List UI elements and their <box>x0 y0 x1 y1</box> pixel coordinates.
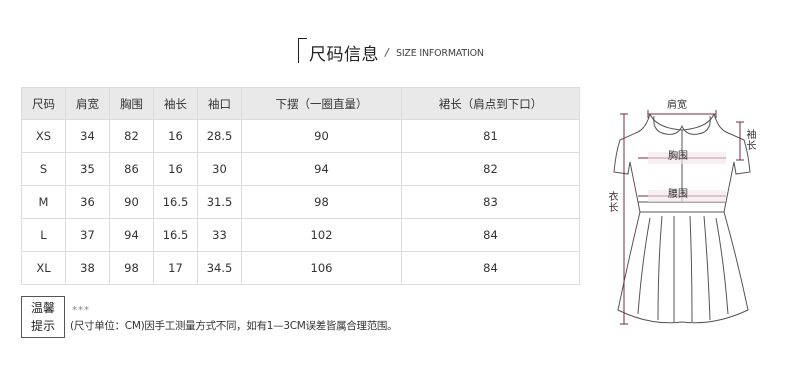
cell-size: XL <box>21 251 66 285</box>
cell-shoulder: 37 <box>65 218 110 252</box>
cell-cuff: 31.5 <box>197 185 242 219</box>
title-separator: / <box>385 46 389 59</box>
header-shoulder: 肩宽 <box>65 87 110 120</box>
cell-dress-length: 84 <box>401 218 580 252</box>
cell-hem: 98 <box>241 185 402 219</box>
table-header-row: 尺码 肩宽 胸围 袖长 袖口 下摆（一圈直量） 裙长（肩点到下口） <box>21 87 580 120</box>
dress-sketch-icon <box>613 110 751 325</box>
cell-sleeve-length: 17 <box>153 251 198 285</box>
diagram-chest-label: 胸围 <box>668 151 688 162</box>
cell-size: L <box>21 218 66 252</box>
cell-cuff: 30 <box>197 152 242 186</box>
cell-dress-length: 84 <box>401 251 580 285</box>
cell-dress-length: 82 <box>401 152 580 186</box>
diagram-shoulder-label: 肩宽 <box>667 100 687 111</box>
cell-chest: 82 <box>109 119 154 153</box>
diagram-length-label: 衣长 <box>608 192 619 214</box>
cell-sleeve-length: 16 <box>153 119 198 153</box>
cell-dress-length: 81 <box>401 119 580 153</box>
cell-sleeve-length: 16 <box>153 152 198 186</box>
cell-chest: 90 <box>109 185 154 219</box>
diagram-sleeve-label: 袖长 <box>746 130 757 152</box>
cell-chest: 98 <box>109 251 154 285</box>
cell-hem: 90 <box>241 119 402 153</box>
cell-shoulder: 35 <box>65 152 110 186</box>
tip-label-line2: 提示 <box>30 319 55 333</box>
table-row: XL 38 98 17 34.5 106 84 <box>21 251 580 285</box>
header-cuff: 袖口 <box>197 87 242 120</box>
header-size: 尺码 <box>21 87 66 120</box>
cell-size: M <box>21 185 66 219</box>
table-row: XS 34 82 16 28.5 90 81 <box>21 119 580 153</box>
cell-cuff: 34.5 <box>197 251 242 285</box>
table-row: S 35 86 16 30 94 82 <box>21 152 580 186</box>
cell-hem: 94 <box>241 152 402 186</box>
cell-shoulder: 36 <box>65 185 110 219</box>
cell-chest: 94 <box>109 218 154 252</box>
tip-text: (尺寸单位：CM)因手工测量方式不同，如有1—3CM误差皆属合理范围。 <box>70 320 398 332</box>
size-chart-table: 尺码 肩宽 胸围 袖长 袖口 下摆（一圈直量） 裙长（肩点到下口） XS 34 … <box>21 87 580 285</box>
table-row: L 37 94 16.5 33 102 84 <box>21 218 580 252</box>
tip-label-line1: 温馨 <box>30 301 55 315</box>
diagram-waist-label: 腰围 <box>668 189 688 200</box>
title-english: SIZE INFORMATION <box>396 48 484 59</box>
cell-sleeve-length: 16.5 <box>153 185 198 219</box>
cell-shoulder: 38 <box>65 251 110 285</box>
cell-hem: 106 <box>241 251 402 285</box>
header-hem: 下摆（一圈直量） <box>241 87 402 120</box>
dress-measurement-diagram: 肩宽 袖长 胸围 腰围 衣长 <box>590 92 770 337</box>
cell-cuff: 33 <box>197 218 242 252</box>
cell-dress-length: 83 <box>401 185 580 219</box>
header-dress-length: 裙长（肩点到下口） <box>401 87 580 120</box>
title-bracket-decoration <box>298 38 307 63</box>
cell-size: S <box>21 152 66 186</box>
title-chinese: 尺码信息 <box>309 45 379 65</box>
cell-chest: 86 <box>109 152 154 186</box>
table-row: M 36 90 16.5 31.5 98 83 <box>21 185 580 219</box>
tip-stars: *** <box>72 305 90 316</box>
cell-cuff: 28.5 <box>197 119 242 153</box>
tip-label-box: 温馨 提示 <box>21 296 65 338</box>
header-sleeve-length: 袖长 <box>153 87 198 120</box>
cell-shoulder: 34 <box>65 119 110 153</box>
cell-sleeve-length: 16.5 <box>153 218 198 252</box>
cell-size: XS <box>21 119 66 153</box>
header-chest: 胸围 <box>109 87 154 120</box>
cell-hem: 102 <box>241 218 402 252</box>
